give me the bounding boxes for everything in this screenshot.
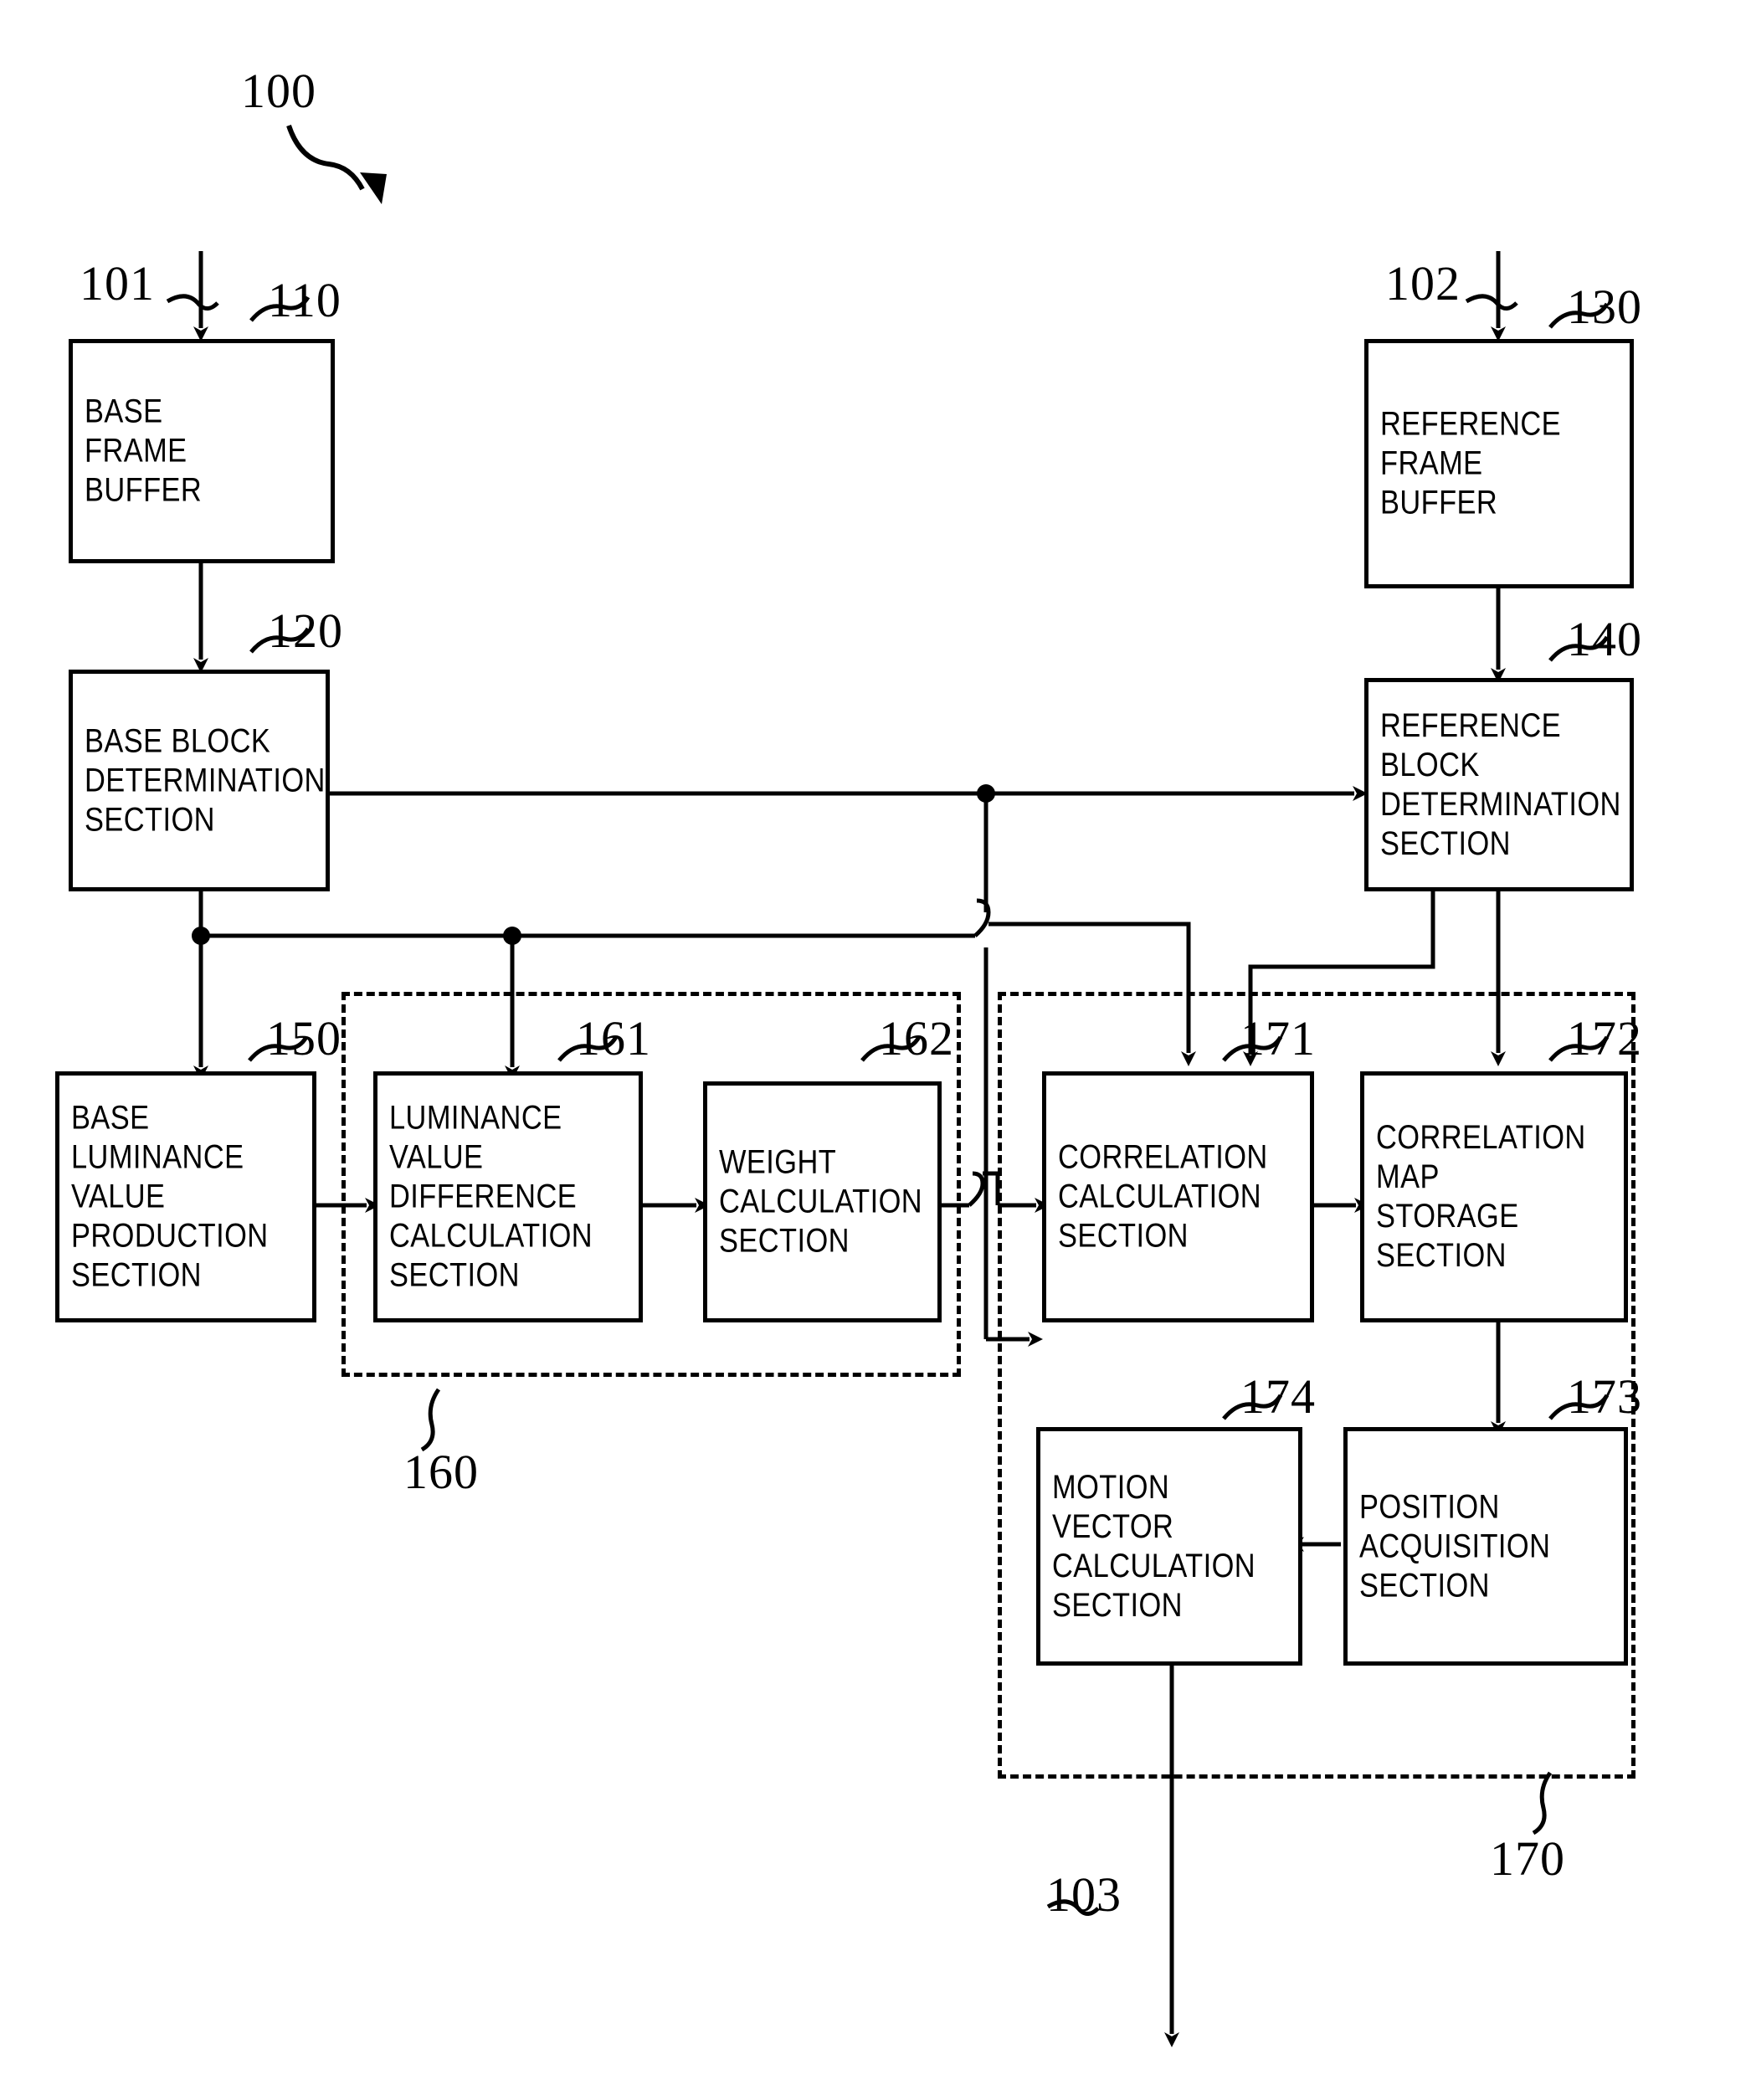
junction-dot-left [192, 927, 210, 945]
block-label: POSITION ACQUISITION SECTION [1359, 1488, 1551, 1604]
block-base-luminance-value-production[interactable]: BASE LUMINANCE VALUE PRODUCTION SECTION [55, 1071, 316, 1322]
numeral-140: 140 [1567, 612, 1642, 666]
numeral-150: 150 [266, 1011, 341, 1065]
block-label: WEIGHT CALCULATION SECTION [719, 1143, 923, 1260]
block-label: MOTION VECTOR CALCULATION SECTION [1052, 1468, 1256, 1624]
lead-160 [420, 1388, 441, 1452]
numeral-160: 160 [403, 1445, 479, 1499]
block-base-block-determination[interactable]: BASE BLOCK DETERMINATION SECTION [69, 670, 330, 891]
block-correlation-calculation[interactable]: CORRELATION CALCULATION SECTION [1042, 1071, 1314, 1322]
numeral-172: 172 [1567, 1011, 1642, 1065]
block-weight-calculation[interactable]: WEIGHT CALCULATION SECTION [703, 1081, 942, 1322]
block-base-frame-buffer[interactable]: BASE FRAME BUFFER [69, 339, 335, 563]
numeral-103: 103 [1046, 1867, 1122, 1922]
block-label: CORRELATION MAP STORAGE SECTION [1376, 1119, 1586, 1274]
line-hop-162 [968, 1171, 985, 1207]
junction-dot-161 [503, 927, 521, 945]
numeral-161: 161 [576, 1011, 651, 1065]
numeral-171: 171 [1240, 1011, 1316, 1065]
patent-figure-canvas: BASE FRAME BUFFER BASE BLOCK DETERMINATI… [0, 0, 1751, 2100]
block-label: REFERENCE FRAME BUFFER [1380, 405, 1562, 521]
numeral-130: 130 [1567, 280, 1642, 334]
block-label: LUMINANCE VALUE DIFFERENCE CALCULATION S… [389, 1099, 593, 1294]
block-reference-block-determination[interactable]: REFERENCE BLOCK DETERMINATION SECTION [1364, 678, 1634, 891]
numeral-100: 100 [241, 64, 316, 118]
numeral-162: 162 [879, 1011, 954, 1065]
numeral-120: 120 [268, 603, 343, 658]
block-label: BASE BLOCK DETERMINATION SECTION [85, 722, 326, 838]
numeral-173: 173 [1567, 1369, 1642, 1424]
numeral-170: 170 [1490, 1831, 1565, 1886]
block-label: BASE FRAME BUFFER [85, 393, 203, 509]
numeral-174: 174 [1240, 1369, 1316, 1424]
numeral-110: 110 [268, 273, 341, 327]
block-label: REFERENCE BLOCK DETERMINATION SECTION [1380, 706, 1621, 862]
block-correlation-map-storage[interactable]: CORRELATION MAP STORAGE SECTION [1360, 1071, 1628, 1322]
block-reference-frame-buffer[interactable]: REFERENCE FRAME BUFFER [1364, 339, 1634, 588]
block-position-acquisition[interactable]: POSITION ACQUISITION SECTION [1343, 1427, 1628, 1666]
lead-102 [1465, 294, 1518, 311]
squiggle-100 [286, 125, 365, 191]
block-label: CORRELATION CALCULATION SECTION [1058, 1138, 1268, 1255]
block-luminance-value-difference-calculation[interactable]: LUMINANCE VALUE DIFFERENCE CALCULATION S… [373, 1071, 643, 1322]
lead-170 [1532, 1771, 1553, 1836]
numeral-102: 102 [1385, 256, 1461, 311]
numeral-101: 101 [80, 256, 155, 311]
lead-101 [166, 294, 219, 311]
junction-dot-bus140 [977, 784, 995, 803]
block-motion-vector-calculation[interactable]: MOTION VECTOR CALCULATION SECTION [1036, 1427, 1302, 1666]
block-label: BASE LUMINANCE VALUE PRODUCTION SECTION [71, 1099, 269, 1294]
